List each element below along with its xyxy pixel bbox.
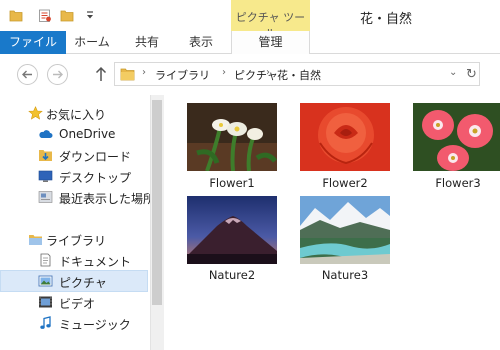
cloud-icon	[39, 130, 53, 138]
file-thumbnail-flower3[interactable]	[413, 103, 500, 171]
music-note-icon	[40, 316, 51, 329]
alpine-river-image	[300, 196, 390, 264]
address-history-chevron-icon[interactable]: ⌄	[449, 67, 457, 78]
pink-gerbera-image	[413, 103, 500, 171]
tab-home[interactable]: ホーム	[66, 31, 118, 54]
nav-recent-places[interactable]: 最近表示した場所	[0, 186, 155, 208]
star-icon	[28, 106, 43, 120]
desktop-icon	[38, 170, 53, 182]
nav-videos-label: ビデオ	[59, 297, 96, 311]
breadcrumb-libraries[interactable]: ライブラリ	[155, 67, 210, 83]
refresh-icon[interactable]: ↻	[466, 67, 477, 82]
video-icon	[39, 296, 52, 308]
file-thumbnail-flower1[interactable]	[187, 103, 277, 171]
nav-documents[interactable]: ドキュメント	[0, 249, 148, 271]
tab-view[interactable]: 表示	[176, 31, 226, 54]
nav-desktop-label: デスクトップ	[59, 171, 132, 185]
nav-onedrive[interactable]: OneDrive	[0, 123, 148, 145]
tab-file[interactable]: ファイル	[0, 31, 66, 54]
breadcrumb-separator-icon[interactable]: ›	[266, 67, 270, 78]
breadcrumb-separator-icon[interactable]: ›	[222, 67, 226, 78]
file-thumbnail-nature3[interactable]	[300, 196, 390, 264]
white-flowers-image	[187, 103, 277, 171]
back-button[interactable]	[17, 64, 38, 85]
arrow-right-icon	[53, 70, 63, 79]
nav-libraries[interactable]: ライブラリ	[0, 228, 148, 250]
window-title: 花・自然	[360, 12, 413, 27]
nav-pictures[interactable]: ピクチャ	[0, 270, 148, 292]
forward-button[interactable]	[47, 64, 68, 85]
picture-icon	[38, 275, 53, 287]
nav-libraries-label: ライブラリ	[46, 234, 107, 248]
nav-music[interactable]: ミュージック	[0, 312, 148, 334]
nav-documents-label: ドキュメント	[59, 255, 132, 269]
arrow-left-icon	[22, 70, 32, 79]
new-folder-icon[interactable]	[60, 9, 74, 22]
properties-icon[interactable]	[38, 9, 52, 22]
tab-share[interactable]: 共有	[124, 31, 170, 54]
mountain-sunrise-image	[187, 196, 277, 264]
breadcrumb-current-folder[interactable]: 花・自然	[277, 67, 321, 83]
nav-recent-places-label: 最近表示した場所	[59, 192, 156, 206]
folder-icon[interactable]	[9, 9, 23, 22]
nav-pictures-label: ピクチャ	[59, 276, 107, 290]
nav-downloads-label: ダウンロード	[59, 150, 132, 164]
nav-music-label: ミュージック	[59, 318, 131, 332]
document-icon	[40, 253, 51, 267]
file-name[interactable]: Flower1	[177, 176, 287, 190]
red-rose-image	[300, 103, 390, 171]
nav-favorites-label: お気に入り	[46, 108, 107, 122]
breadcrumb-separator-icon[interactable]: ›	[142, 67, 146, 78]
nav-videos[interactable]: ビデオ	[0, 291, 148, 313]
file-thumbnail-nature2[interactable]	[187, 196, 277, 264]
customize-quick-access-icon[interactable]	[85, 9, 95, 21]
tab-manage[interactable]: 管理	[231, 31, 310, 54]
nav-favorites[interactable]: お気に入り	[0, 102, 148, 124]
nav-onedrive-label: OneDrive	[59, 127, 116, 141]
file-name[interactable]: Flower2	[290, 176, 400, 190]
breadcrumb-pictures[interactable]: ピクチャ	[234, 67, 278, 83]
nav-scrollbar-thumb[interactable]	[152, 100, 162, 305]
file-thumbnail-flower2[interactable]	[300, 103, 390, 171]
file-name[interactable]: Flower3	[403, 176, 500, 190]
nav-desktop[interactable]: デスクトップ	[0, 165, 148, 187]
nav-downloads[interactable]: ダウンロード	[0, 144, 148, 166]
library-icon	[29, 235, 42, 245]
download-folder-icon	[39, 150, 52, 161]
file-name[interactable]: Nature3	[290, 268, 400, 282]
folder-icon	[120, 68, 135, 81]
up-arrow-icon[interactable]	[94, 66, 108, 82]
recent-places-icon	[38, 191, 53, 203]
file-name[interactable]: Nature2	[177, 268, 287, 282]
